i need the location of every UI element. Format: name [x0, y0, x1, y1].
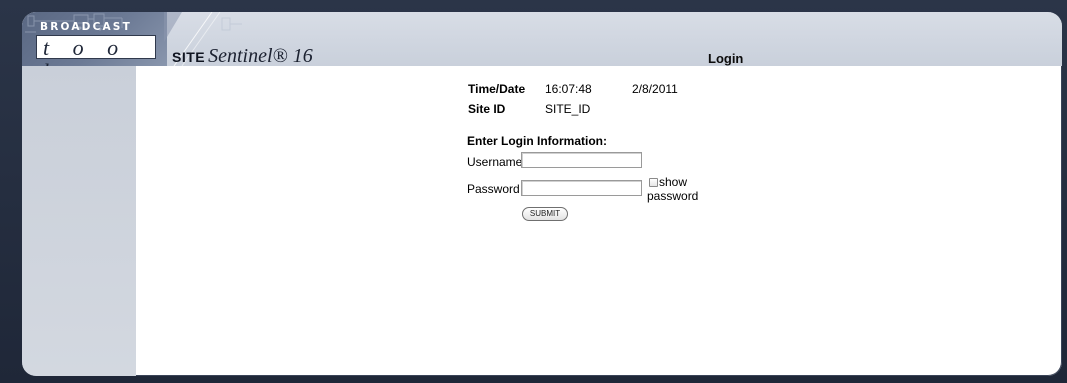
password-label: Password	[467, 182, 520, 196]
password-input[interactable]	[521, 180, 642, 196]
product-prefix: SITE	[172, 49, 206, 65]
time-value: 16:07:48	[545, 82, 592, 96]
site-id-value: SITE_ID	[545, 102, 591, 116]
main-panel: BROADCAST t o o l s SITESentinel® 16 Log…	[22, 12, 1062, 376]
sidebar	[22, 66, 136, 376]
submit-button[interactable]: SUBMIT	[522, 207, 568, 221]
window-frame: BROADCAST t o o l s SITESentinel® 16 Log…	[0, 0, 1067, 383]
time-date-label: Time/Date	[468, 82, 526, 96]
logo-tools-text: t o o l s	[36, 35, 156, 66]
site-id-row: Site ID SITE_ID	[468, 99, 678, 119]
time-date-row: Time/Date 16:07:48 2/8/2011	[468, 79, 678, 99]
username-input[interactable]	[521, 152, 642, 168]
product-name: Sentinel® 16	[208, 45, 313, 67]
product-title: SITE Sentinel® 16	[172, 45, 313, 68]
login-section-title: Enter Login Information:	[467, 134, 607, 148]
username-label: Username	[467, 155, 523, 169]
date-value: 2/8/2011	[632, 82, 678, 96]
logo-broadcast-text: BROADCAST	[40, 21, 132, 33]
site-id-label: Site ID	[468, 102, 506, 116]
header-bar: BROADCAST t o o l s SITESentinel® 16 Log…	[22, 12, 1062, 68]
page-title: Login	[708, 51, 744, 66]
show-password-label: show password	[647, 175, 699, 203]
broadcast-tools-logo: BROADCAST t o o l s	[22, 12, 167, 66]
site-info-table: Time/Date 16:07:48 2/8/2011 Site ID SITE…	[468, 79, 678, 119]
